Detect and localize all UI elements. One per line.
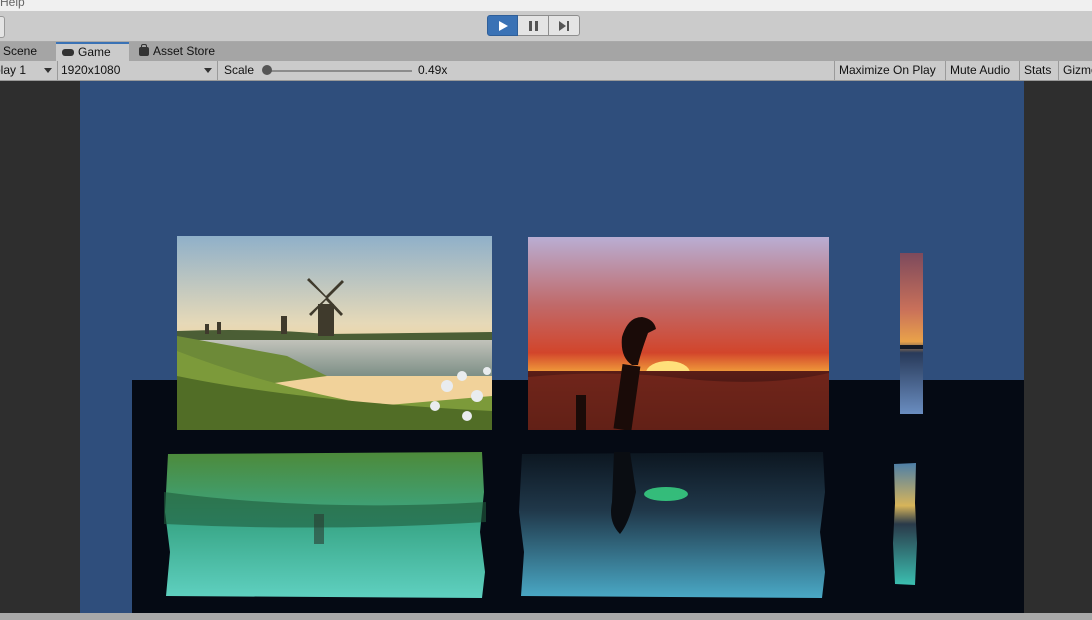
- game-viewport[interactable]: [0, 81, 1092, 613]
- tab-game-label: Game: [78, 45, 111, 59]
- tab-game[interactable]: Game: [56, 42, 129, 61]
- play-controls: [487, 15, 580, 36]
- tab-scene-label: Scene: [3, 44, 38, 58]
- scale-value: 0.49x: [418, 63, 448, 77]
- viewport-letterbox-left: [0, 81, 80, 613]
- gizmos-dropdown[interactable]: Gizmos: [1058, 61, 1092, 80]
- menu-item-help[interactable]: Help: [0, 0, 25, 9]
- pause-button[interactable]: [518, 15, 549, 36]
- chevron-down-icon: [44, 68, 52, 73]
- chevron-down-icon: [204, 68, 212, 73]
- main-toolbar: [0, 11, 1092, 42]
- menu-bar: Help: [0, 0, 1092, 11]
- step-button[interactable]: [549, 15, 580, 36]
- bird-sunset-reflection: [518, 452, 826, 598]
- display-dropdown[interactable]: play 1: [0, 61, 58, 80]
- viewport-letterbox-right: [1024, 81, 1092, 613]
- windmill-image: [177, 236, 492, 430]
- resolution-dropdown[interactable]: 1920x1080: [58, 61, 218, 80]
- tab-scene[interactable]: Scene: [0, 42, 54, 61]
- sunset-strip-reflection: [893, 463, 917, 585]
- scale-label: Scale: [224, 63, 255, 77]
- maximize-on-play-toggle[interactable]: Maximize On Play: [834, 61, 945, 80]
- tab-asset-store-label: Asset Store: [153, 44, 216, 58]
- play-icon: [499, 20, 508, 31]
- view-tab-bar: Scene Game Asset Store: [0, 42, 1092, 61]
- shopping-bag-icon: [139, 44, 149, 57]
- status-bar: [0, 613, 1092, 620]
- display-value: play 1: [0, 63, 27, 77]
- resolution-value: 1920x1080: [61, 63, 121, 77]
- pause-icon: [528, 20, 538, 31]
- step-icon: [559, 20, 569, 31]
- windmill-reflection: [164, 452, 486, 598]
- play-button[interactable]: [487, 15, 518, 36]
- gamepad-icon: [62, 49, 74, 57]
- mute-audio-toggle[interactable]: Mute Audio: [945, 61, 1019, 80]
- scale-slider-handle[interactable]: [262, 65, 272, 75]
- bird-sunset-image: [528, 237, 829, 430]
- game-view-controls: play 1 1920x1080 Scale 0.49x Maximize On…: [0, 61, 1092, 81]
- tab-asset-store[interactable]: Asset Store: [133, 42, 233, 61]
- toolbar-left-button[interactable]: [0, 16, 5, 38]
- scale-slider-track[interactable]: [266, 70, 412, 72]
- sunset-strip-image: [900, 253, 923, 414]
- stats-toggle[interactable]: Stats: [1019, 61, 1058, 80]
